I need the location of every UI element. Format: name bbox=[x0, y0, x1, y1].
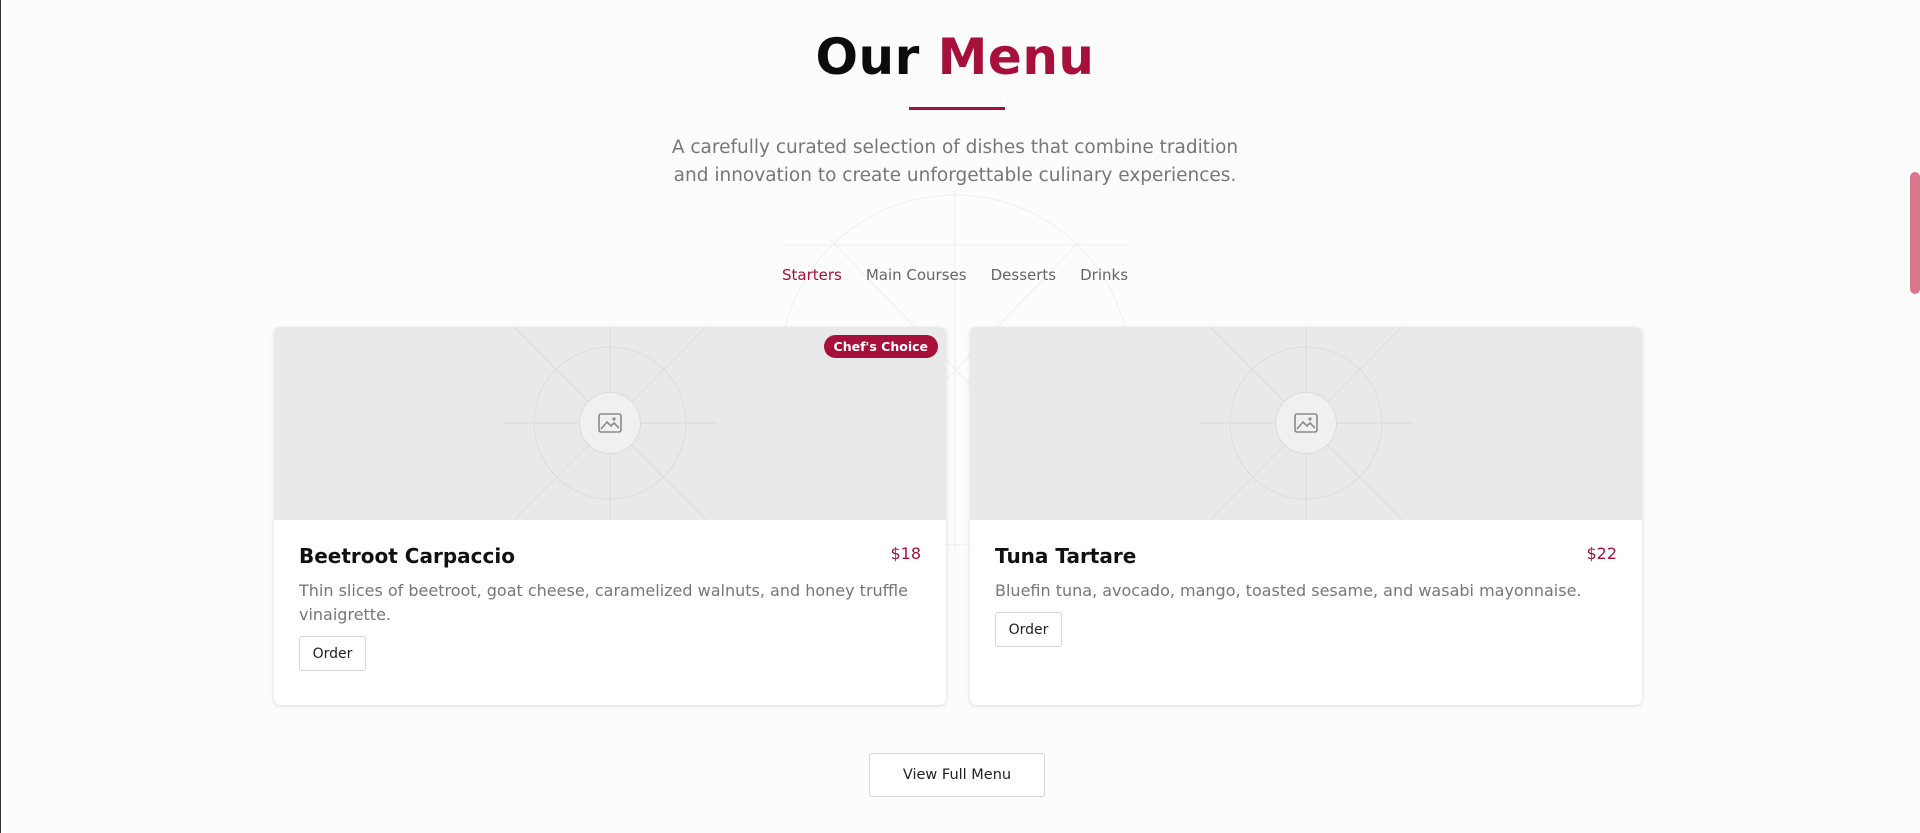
dish-price: $18 bbox=[890, 544, 921, 563]
image-placeholder-icon bbox=[579, 392, 641, 454]
dish-price: $22 bbox=[1586, 544, 1617, 563]
title-underline bbox=[909, 107, 1005, 110]
dish-name: Beetroot Carpaccio bbox=[299, 544, 515, 568]
dish-image-placeholder bbox=[970, 327, 1642, 520]
menu-section: Our Menu A carefully curated selection o… bbox=[0, 0, 1920, 833]
menu-category-tabs: Starters Main Courses Desserts Drinks bbox=[1, 264, 1909, 286]
dish-description: Bluefin tuna, avocado, mango, toasted se… bbox=[995, 581, 1582, 600]
section-subtitle: A carefully curated selection of dishes … bbox=[671, 137, 1239, 186]
menu-item-card: Chef's Choice Beetroot Carpaccio $18 Thi… bbox=[274, 327, 946, 705]
chefs-choice-badge: Chef's Choice bbox=[823, 335, 938, 358]
title-prefix: Our bbox=[815, 28, 920, 86]
scrollbar[interactable] bbox=[1910, 0, 1920, 833]
page-title: Our Menu bbox=[1, 28, 1909, 86]
dish-description: Thin slices of beetroot, goat cheese, ca… bbox=[299, 581, 908, 624]
order-button[interactable]: Order bbox=[299, 636, 366, 671]
tab-main-courses[interactable]: Main Courses bbox=[854, 264, 979, 286]
order-button[interactable]: Order bbox=[995, 612, 1062, 647]
tab-starters[interactable]: Starters bbox=[770, 264, 854, 286]
dish-name: Tuna Tartare bbox=[995, 544, 1137, 568]
dish-image-placeholder: Chef's Choice bbox=[274, 327, 946, 520]
tab-desserts[interactable]: Desserts bbox=[979, 264, 1069, 286]
scrollbar-thumb[interactable] bbox=[1910, 172, 1920, 294]
menu-item-card: Tuna Tartare $22 Bluefin tuna, avocado, … bbox=[970, 327, 1642, 705]
image-placeholder-icon bbox=[1275, 392, 1337, 454]
title-accent: Menu bbox=[937, 28, 1095, 86]
tab-drinks[interactable]: Drinks bbox=[1068, 264, 1140, 286]
view-full-menu-button[interactable]: View Full Menu bbox=[869, 753, 1045, 797]
